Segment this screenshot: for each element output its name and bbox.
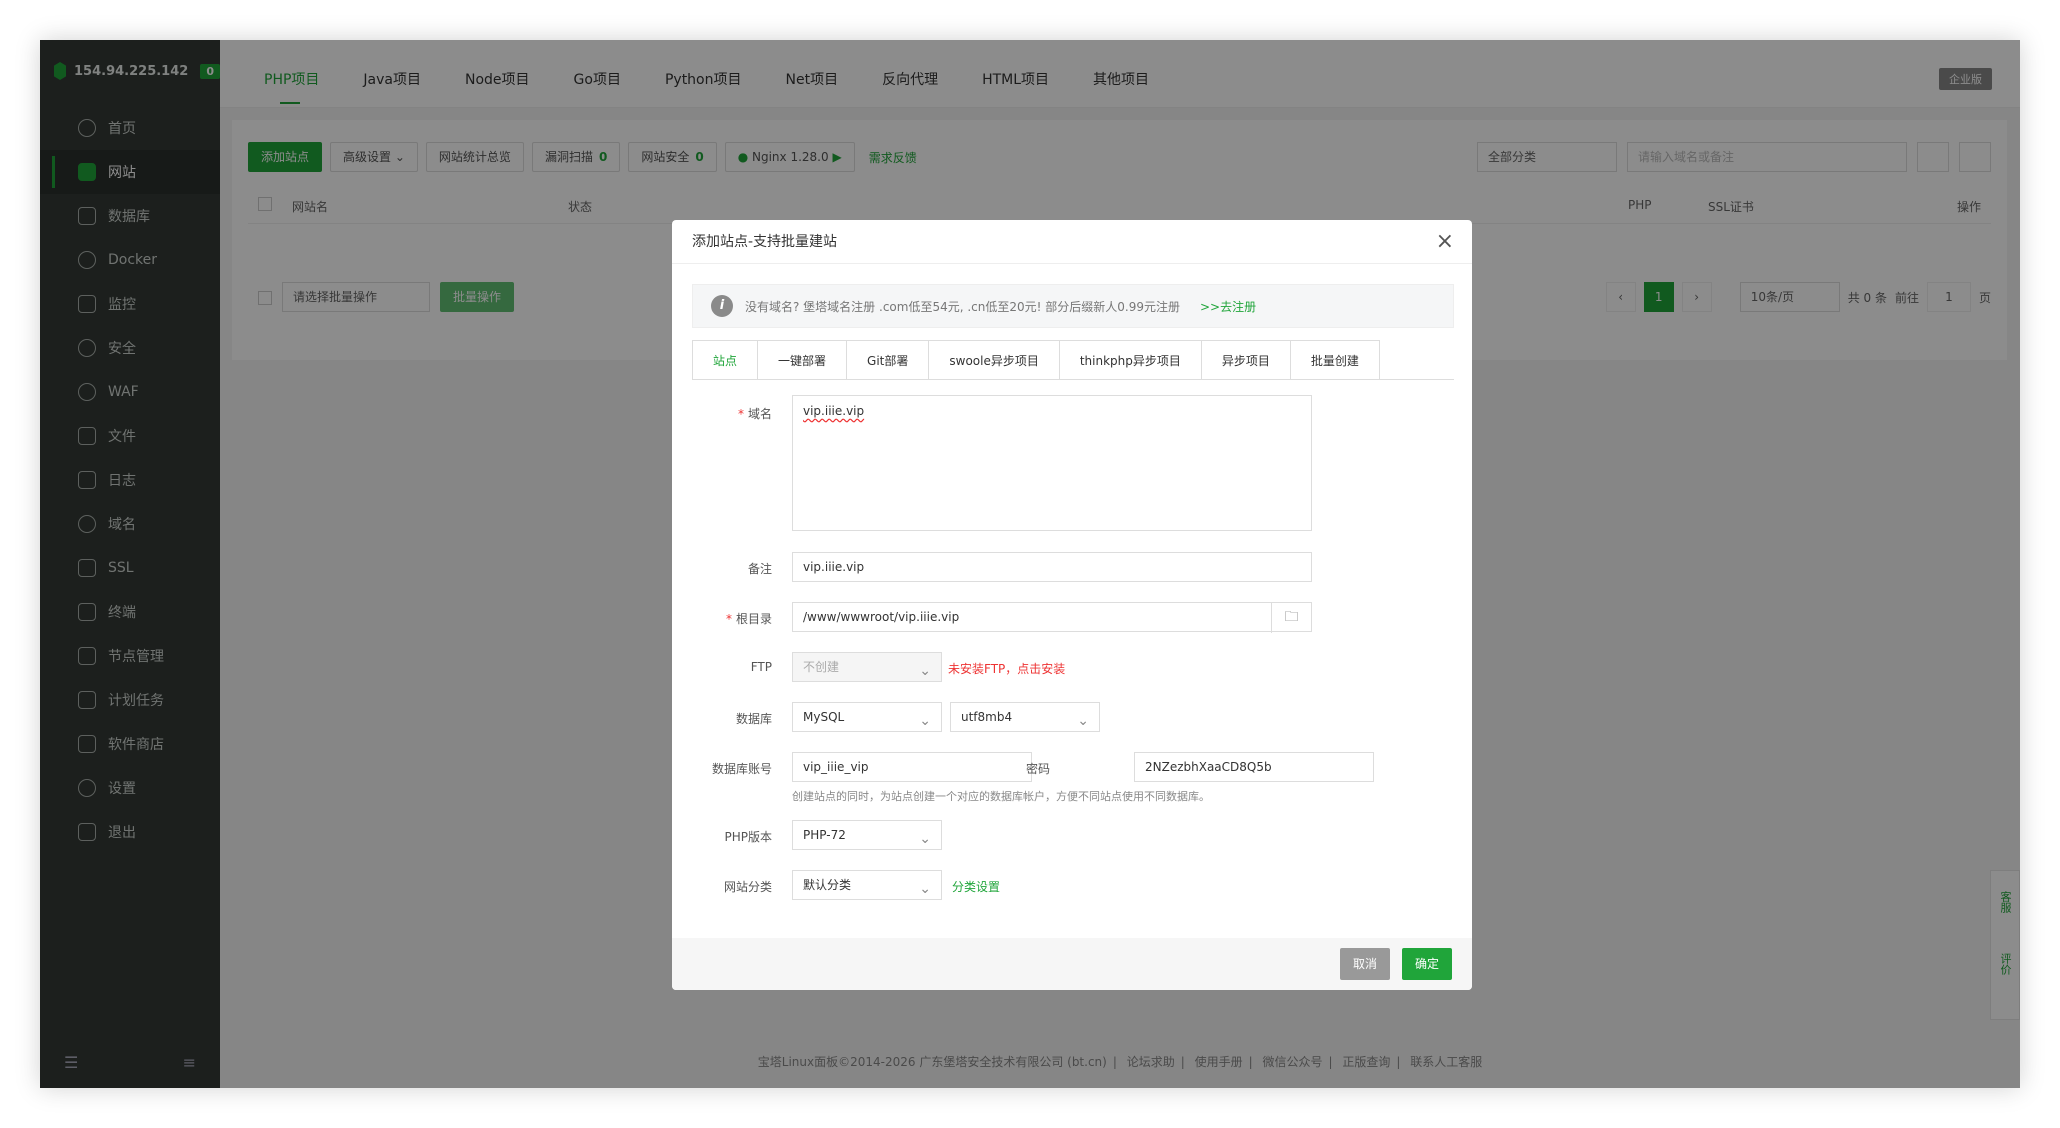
modal-footer: 取消 确定: [672, 938, 1472, 990]
domain-textarea[interactable]: vip.iiie.vip: [792, 395, 1312, 531]
db-account-input[interactable]: vip_iiie_vip: [792, 752, 1032, 782]
register-link[interactable]: >>去注册: [1200, 298, 1256, 315]
close-icon[interactable]: ×: [1436, 220, 1454, 264]
tab-batch-create[interactable]: 批量创建: [1290, 340, 1380, 379]
category-settings-link[interactable]: 分类设置: [952, 878, 1000, 895]
tab-thinkphp[interactable]: thinkphp异步项目: [1059, 340, 1202, 379]
confirm-button[interactable]: 确定: [1402, 948, 1452, 980]
ftp-select[interactable]: 不创建: [792, 652, 942, 685]
add-site-modal: 添加站点-支持批量建站 × i 没有域名? 堡塔域名注册 .com低至54元, …: [672, 220, 1472, 990]
remark-input[interactable]: vip.iiie.vip: [792, 552, 1312, 582]
domain-notice: i 没有域名? 堡塔域名注册 .com低至54元, .cn低至20元! 部分后缀…: [692, 284, 1454, 328]
notice-text: 没有域名? 堡塔域名注册 .com低至54元, .cn低至20元! 部分后缀新人…: [745, 299, 1180, 314]
db-hint: 创建站点的同时，为站点创建一个对应的数据库帐户，方便不同站点使用不同数据库。: [792, 790, 1210, 803]
app-window: 154.94.225.142 0 首页 网站 数据库 Docker 监控 安全 …: [40, 40, 2020, 1088]
php-version-select[interactable]: PHP-72: [792, 820, 942, 853]
cancel-button[interactable]: 取消: [1340, 948, 1390, 980]
db-account-label: 数据库账号: [711, 762, 772, 776]
modal-title: 添加站点-支持批量建站: [692, 234, 838, 250]
tab-one-click-deploy[interactable]: 一键部署: [758, 340, 848, 379]
tab-swoole[interactable]: swoole异步项目: [929, 340, 1060, 379]
tab-async[interactable]: 异步项目: [1201, 340, 1291, 379]
password-input[interactable]: 2NZezbhXaaCD8Q5b: [1134, 752, 1374, 782]
domain-label: * 域名: [737, 407, 772, 421]
ftp-install-link[interactable]: 未安装FTP，点击安装: [948, 660, 1065, 677]
ftp-label: FTP: [750, 660, 772, 674]
remark-label: 备注: [747, 562, 772, 576]
folder-icon[interactable]: 🗀: [1271, 603, 1311, 633]
category-label: 网站分类: [723, 880, 772, 894]
php-label: PHP版本: [724, 830, 773, 844]
modal-header: 添加站点-支持批量建站 ×: [672, 220, 1472, 264]
root-input[interactable]: /www/wwwroot/vip.iiie.vip 🗀: [792, 602, 1312, 633]
db-type-select[interactable]: MySQL: [792, 702, 942, 735]
database-label: 数据库: [735, 712, 772, 726]
info-icon: i: [711, 295, 733, 317]
tab-git-deploy[interactable]: Git部署: [847, 340, 930, 379]
category-select-modal[interactable]: 默认分类: [792, 870, 942, 903]
password-label: 密码: [1025, 762, 1050, 776]
tab-site[interactable]: 站点: [692, 340, 759, 379]
modal-tabs: 站点 一键部署 Git部署 swoole异步项目 thinkphp异步项目 异步…: [692, 340, 1454, 380]
root-label: * 根目录: [725, 612, 772, 626]
db-charset-select[interactable]: utf8mb4: [950, 702, 1100, 735]
